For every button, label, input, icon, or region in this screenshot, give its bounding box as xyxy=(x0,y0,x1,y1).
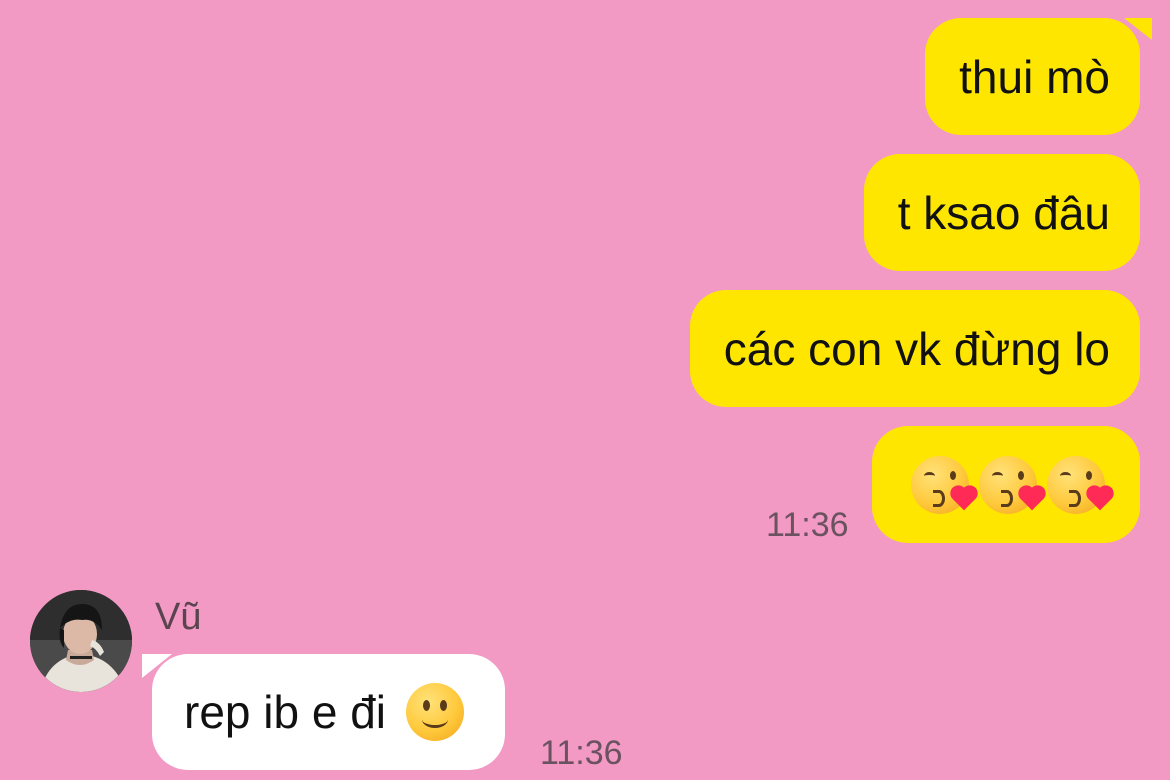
kissing-face-with-heart-icon xyxy=(911,455,976,514)
chat-area: thui mò t ksao đâu các con vk đừng lo 11… xyxy=(0,0,1170,780)
outgoing-message[interactable]: các con vk đừng lo xyxy=(689,290,1140,407)
message-text: t ksao đâu xyxy=(897,186,1110,239)
message-text: rep ib e đi xyxy=(184,686,387,738)
avatar-photo xyxy=(30,590,132,692)
kissing-face-with-heart-icon xyxy=(1047,455,1112,514)
message-text: các con vk đừng lo xyxy=(723,322,1110,375)
kissing-face-with-heart-icon xyxy=(979,455,1044,514)
message-timestamp: 11:36 xyxy=(540,734,623,772)
message-text: thui mò xyxy=(959,50,1110,103)
outgoing-emoji-message[interactable] xyxy=(872,426,1140,543)
outgoing-message[interactable]: thui mò xyxy=(925,18,1140,135)
avatar[interactable] xyxy=(30,590,132,692)
outgoing-message[interactable]: t ksao đâu xyxy=(863,154,1140,271)
message-timestamp: 11:36 xyxy=(766,506,849,544)
incoming-message[interactable]: rep ib e đi xyxy=(152,654,506,770)
sender-name: Vũ xyxy=(155,596,202,638)
slightly-smiling-face-icon xyxy=(406,683,465,741)
